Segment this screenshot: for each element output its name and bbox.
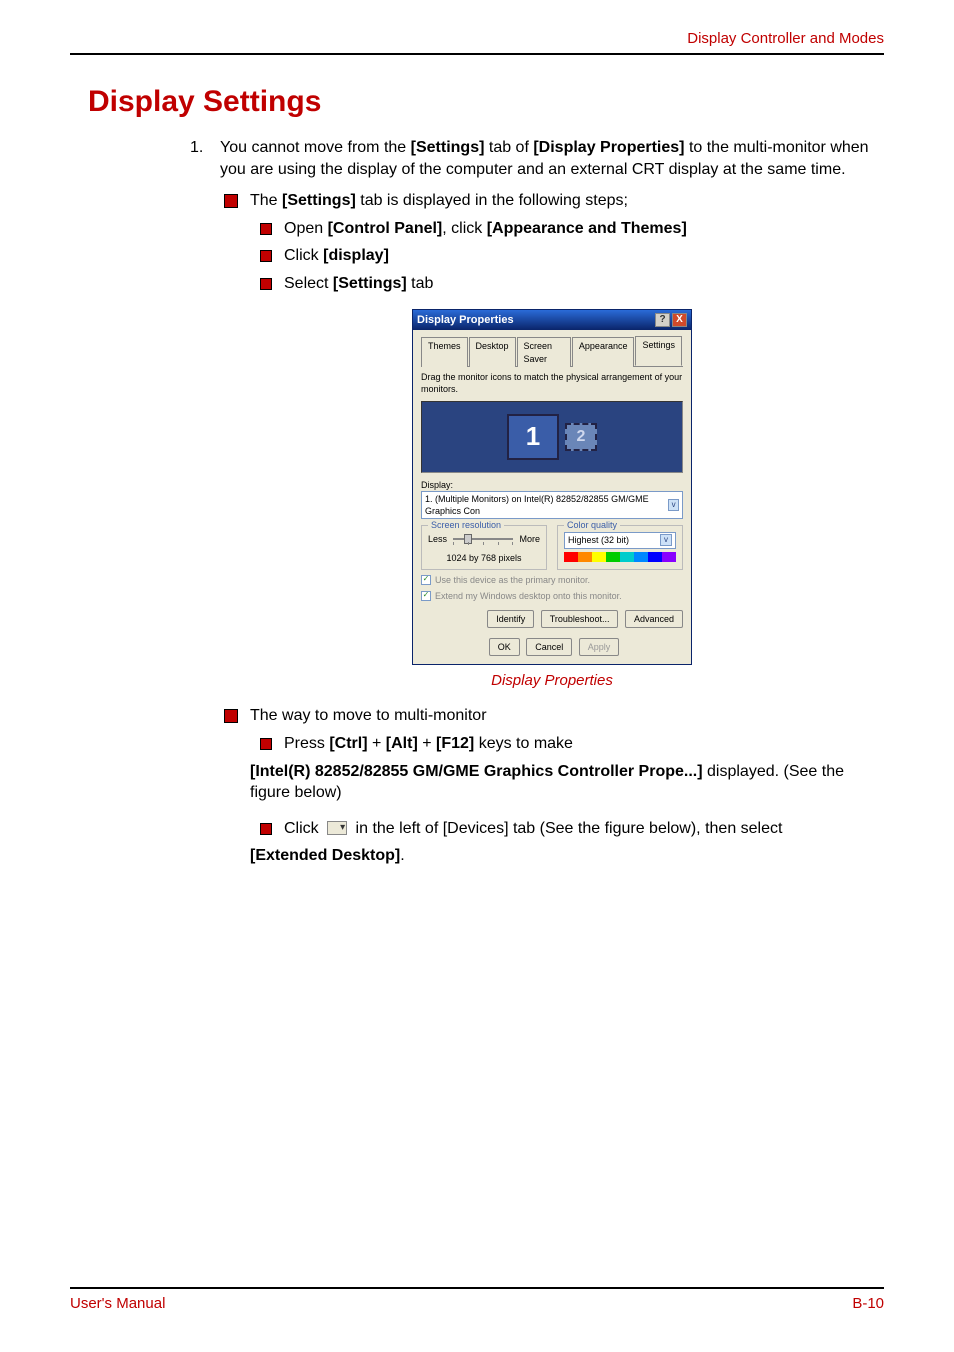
bold: [Control Panel] xyxy=(328,220,443,237)
bold: [Ctrl] xyxy=(329,735,367,752)
dialog-instruction: Drag the monitor icons to match the phys… xyxy=(421,371,683,395)
bottom-button-row: OK Cancel Apply xyxy=(421,638,683,656)
checkbox-icon: ✓ xyxy=(421,575,431,585)
bold: [Extended Desktop] xyxy=(250,847,400,864)
bold: [Appearance and Themes] xyxy=(487,220,687,237)
chevron-down-icon: v xyxy=(660,534,672,546)
help-button[interactable]: ? xyxy=(655,313,670,327)
text: Open xyxy=(284,220,328,237)
dialog-titlebar: Display Properties ? X xyxy=(413,310,691,331)
primary-monitor-checkbox-row: ✓ Use this device as the primary monitor… xyxy=(421,574,683,586)
figure-caption: Display Properties xyxy=(220,671,884,691)
text: tab of xyxy=(484,139,533,156)
bold: [Display Properties] xyxy=(533,139,684,156)
display-select-value: 1. (Multiple Monitors) on Intel(R) 82852… xyxy=(425,493,668,517)
text: in the left of [Devices] tab (See the fi… xyxy=(351,820,782,837)
display-properties-dialog: Display Properties ? X Themes Desktop Sc… xyxy=(412,309,692,666)
bold: [Intel(R) 82852/82855 GM/GME Graphics Co… xyxy=(250,763,703,780)
resolution-slider[interactable] xyxy=(453,538,513,540)
bold: [Settings] xyxy=(411,139,485,156)
resolution-group: Screen resolution Less More 1024 by 768 … xyxy=(421,525,547,569)
text: Select xyxy=(284,275,333,292)
checkbox-label: Extend my Windows desktop onto this moni… xyxy=(435,590,622,602)
numbered-item: You cannot move from the [Settings] tab … xyxy=(220,137,884,180)
text: The way to move to multi-monitor xyxy=(250,707,487,724)
text: Click xyxy=(284,247,323,264)
color-preview-bar xyxy=(564,552,676,562)
bullet-item: The [Settings] tab is displayed in the f… xyxy=(250,190,884,294)
text: You cannot move from the xyxy=(220,139,411,156)
text: . xyxy=(400,847,404,864)
footer: User's Manual B-10 xyxy=(70,1287,884,1312)
apply-button[interactable]: Apply xyxy=(579,638,620,656)
header-breadcrumb: Display Controller and Modes xyxy=(70,30,884,53)
text: , click xyxy=(442,220,486,237)
content-area: You cannot move from the [Settings] tab … xyxy=(220,137,884,867)
monitor-2-icon[interactable]: 2 xyxy=(565,423,597,451)
cancel-button[interactable]: Cancel xyxy=(526,638,572,656)
footer-right: B-10 xyxy=(852,1295,884,1312)
tab-settings[interactable]: Settings xyxy=(635,336,682,365)
tab-appearance[interactable]: Appearance xyxy=(572,337,635,366)
bold: [Settings] xyxy=(333,275,407,292)
text: tab is displayed in the following steps; xyxy=(356,192,628,209)
display-select[interactable]: 1. (Multiple Monitors) on Intel(R) 82852… xyxy=(421,491,683,519)
chevron-down-icon: v xyxy=(668,499,679,511)
bold: [F12] xyxy=(436,735,474,752)
dialog-title: Display Properties xyxy=(417,313,653,328)
section-title: Display Settings xyxy=(88,85,884,119)
slider-min-label: Less xyxy=(428,533,447,545)
color-group: Color quality Highest (32 bit) v xyxy=(557,525,683,569)
footer-left: User's Manual xyxy=(70,1295,165,1312)
sub-bullet: Click in the left of [Devices] tab (See … xyxy=(284,818,884,840)
text: Press xyxy=(284,735,329,752)
monitor-1-icon[interactable]: 1 xyxy=(507,414,559,460)
middle-button-row: Identify Troubleshoot... Advanced xyxy=(421,610,683,628)
text: + xyxy=(368,735,386,752)
text: tab xyxy=(407,275,434,292)
header-rule xyxy=(70,53,884,55)
tab-desktop[interactable]: Desktop xyxy=(469,337,516,366)
text: keys to make xyxy=(474,735,573,752)
bullet-item: The way to move to multi-monitor Press [… xyxy=(250,705,884,867)
dropdown-icon xyxy=(327,821,347,835)
troubleshoot-button[interactable]: Troubleshoot... xyxy=(541,610,619,628)
text: The xyxy=(250,192,282,209)
text: Click xyxy=(284,820,323,837)
close-button[interactable]: X xyxy=(672,313,687,327)
color-select-value: Highest (32 bit) xyxy=(568,534,629,546)
display-label: Display: xyxy=(421,479,683,491)
bold: [Alt] xyxy=(386,735,418,752)
bold: [display] xyxy=(323,247,389,264)
resolution-value: 1024 by 768 pixels xyxy=(428,552,540,564)
group-label: Screen resolution xyxy=(428,519,504,531)
monitor-arrangement-area[interactable]: 1 2 xyxy=(421,401,683,473)
sub-bullet: Click [display] xyxy=(284,245,884,267)
sub-bullet: Press [Ctrl] + [Alt] + [F12] keys to mak… xyxy=(284,733,884,755)
text: + xyxy=(418,735,436,752)
sub-bullet: Select [Settings] tab xyxy=(284,273,884,295)
sub-bullet: Open [Control Panel], click [Appearance … xyxy=(284,218,884,240)
tab-strip: Themes Desktop Screen Saver Appearance S… xyxy=(421,336,683,366)
slider-max-label: More xyxy=(519,533,540,545)
bold: [Settings] xyxy=(282,192,356,209)
ok-button[interactable]: OK xyxy=(489,638,520,656)
color-quality-select[interactable]: Highest (32 bit) v xyxy=(564,532,676,548)
checkbox-icon: ✓ xyxy=(421,591,431,601)
advanced-button[interactable]: Advanced xyxy=(625,610,683,628)
extend-desktop-checkbox-row: ✓ Extend my Windows desktop onto this mo… xyxy=(421,590,683,602)
checkbox-label: Use this device as the primary monitor. xyxy=(435,574,590,586)
tab-screensaver[interactable]: Screen Saver xyxy=(517,337,571,366)
tab-themes[interactable]: Themes xyxy=(421,337,468,366)
identify-button[interactable]: Identify xyxy=(487,610,534,628)
group-label: Color quality xyxy=(564,519,620,531)
